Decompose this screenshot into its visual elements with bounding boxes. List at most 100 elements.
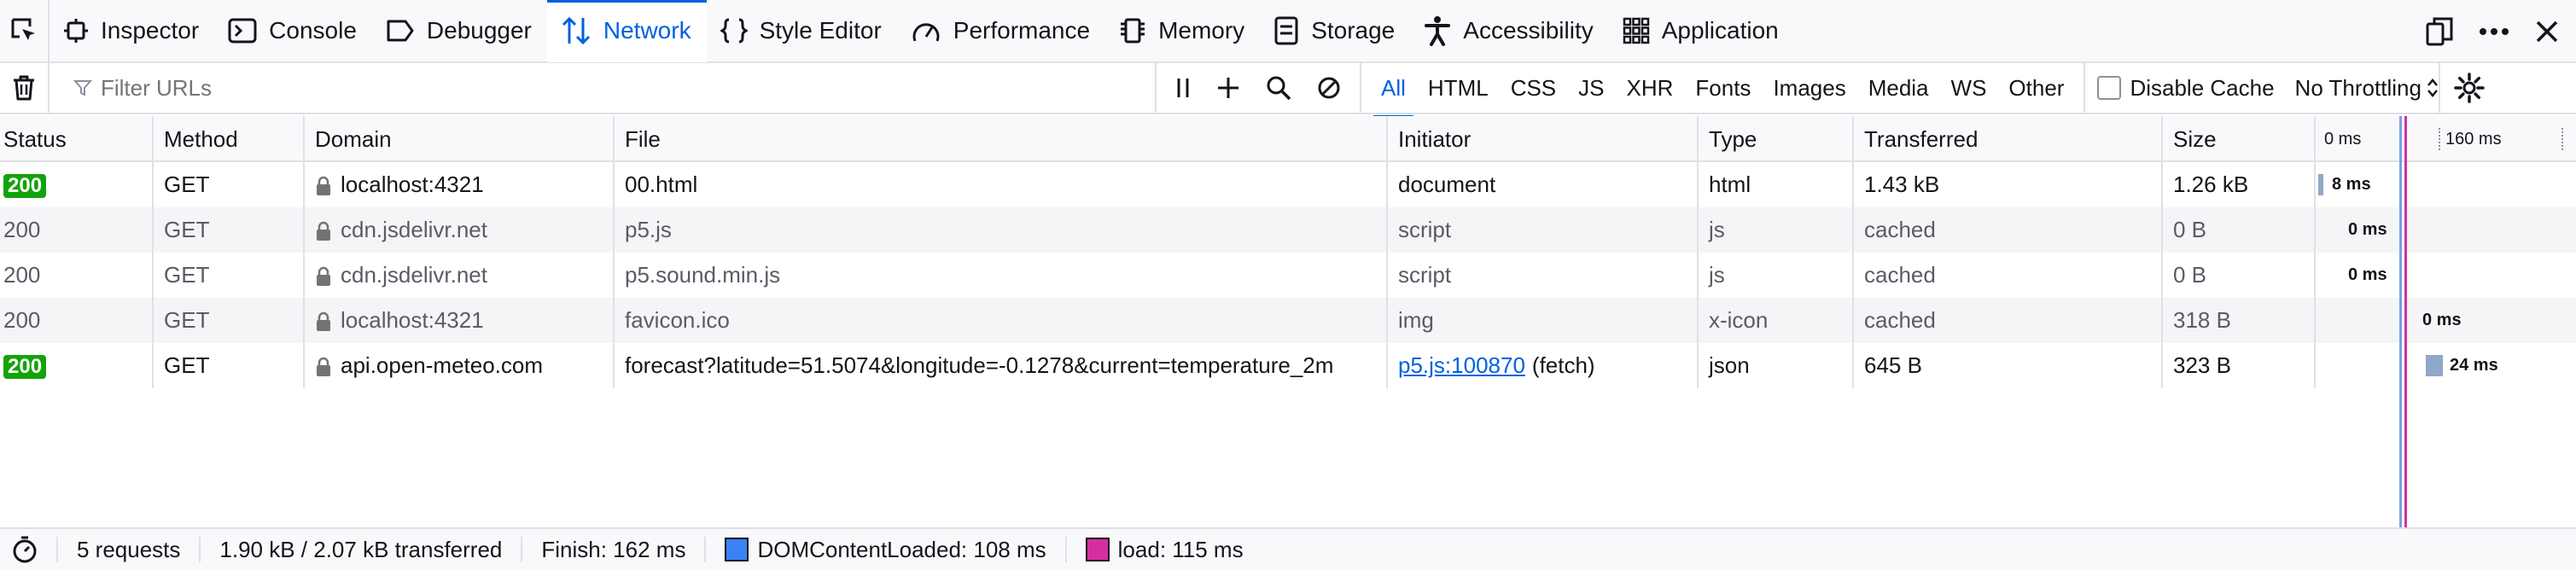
debugger-icon — [387, 20, 414, 42]
tab-style-editor[interactable]: Style Editor — [707, 0, 897, 62]
cell-status: 200 — [0, 298, 154, 343]
cell-type: json — [1699, 343, 1854, 388]
cell-domain: api.open-meteo.com — [305, 343, 615, 388]
status-badge: 200 — [3, 174, 47, 198]
cell-transferred: cached — [1854, 298, 2163, 343]
cell-size: 0 B — [2163, 253, 2316, 298]
filter-type-all[interactable]: All — [1370, 70, 1417, 119]
cell-initiator: p5.js:100870 (fetch) — [1388, 343, 1699, 388]
network-filter-bar: All HTML CSS JS XHR Fonts Images Media W… — [0, 62, 2576, 119]
cell-transferred: 1.43 kB — [1854, 162, 2163, 207]
close-icon[interactable] — [2535, 20, 2559, 44]
status-badge: 200 — [3, 217, 41, 242]
tab-accessibility[interactable]: Accessibility — [1410, 0, 1608, 62]
filter-type-js[interactable]: JS — [1567, 70, 1615, 107]
filter-type-other[interactable]: Other — [1997, 70, 2075, 107]
tab-storage[interactable]: Storage — [1260, 0, 1410, 62]
tab-inspector[interactable]: Inspector — [50, 0, 214, 62]
dock-layout-icon[interactable] — [2426, 17, 2453, 46]
checkbox-box[interactable] — [2097, 76, 2122, 100]
cell-status: 200 — [0, 253, 154, 298]
cell-transferred: cached — [1854, 253, 2163, 298]
search-icon[interactable] — [1266, 75, 1291, 101]
pause-icon[interactable] — [1175, 77, 1191, 99]
requests-table-body: 200 GET localhost:4321 00.html document html 1… — [0, 162, 2576, 388]
load-text: load: 115 ms — [1117, 536, 1244, 562]
network-settings-button[interactable] — [2438, 62, 2497, 113]
filter-type-media[interactable]: Media — [1857, 70, 1940, 107]
column-header-waterfall[interactable]: 0 ms 160 ms — [2316, 116, 2576, 160]
tab-label: Console — [269, 17, 357, 44]
waterfall-tick — [2439, 128, 2440, 150]
tab-network[interactable]: Network — [546, 0, 707, 62]
table-row[interactable]: 200 GET localhost:4321 00.html document html 1… — [0, 162, 2576, 207]
initiator-text: document — [1398, 172, 1496, 197]
cell-domain: cdn.jsdelivr.net — [305, 253, 615, 298]
filter-urls-input[interactable] — [101, 74, 1125, 102]
domain-text: cdn.jsdelivr.net — [341, 217, 487, 242]
cell-status: 200 — [0, 343, 154, 388]
trash-icon — [14, 75, 34, 101]
transferred-summary: 1.90 kB / 2.07 kB transferred — [201, 537, 523, 562]
initiator-suffix: (fetch) — [1531, 352, 1595, 378]
initiator-text: img — [1398, 307, 1434, 333]
cell-initiator: script — [1388, 207, 1699, 253]
tab-console[interactable]: Console — [214, 0, 372, 62]
application-grid-icon — [1623, 17, 1649, 44]
domain-text: localhost:4321 — [341, 307, 484, 333]
cell-status: 200 — [0, 207, 154, 253]
throttling-select[interactable]: No Throttling — [2295, 75, 2439, 102]
tab-label: Storage — [1311, 17, 1396, 44]
tab-application[interactable]: Application — [1609, 0, 1794, 62]
devtools-toolbar: Inspector Console Debugger Network Style… — [0, 0, 2576, 63]
waterfall-timing-label: 24 ms — [2450, 356, 2498, 375]
cell-type: js — [1699, 253, 1854, 298]
table-row[interactable]: 200 GET cdn.jsdelivr.net p5.sound.min.js scr… — [0, 253, 2576, 298]
tab-performance[interactable]: Performance — [897, 0, 1105, 62]
cell-type: js — [1699, 207, 1854, 253]
filter-bar-actions — [1155, 62, 1361, 113]
status-badge: 200 — [3, 355, 47, 379]
lock-icon — [317, 221, 330, 241]
block-icon[interactable] — [1317, 76, 1341, 100]
performance-analysis-button[interactable] — [0, 536, 58, 563]
cell-file: favicon.ico — [615, 298, 1388, 343]
column-header-initiator[interactable]: Initiator — [1388, 116, 1699, 162]
tab-memory[interactable]: Memory — [1105, 0, 1260, 62]
table-row[interactable]: 200 GET cdn.jsdelivr.net p5.js script js cache… — [0, 207, 2576, 253]
column-header-domain[interactable]: Domain — [305, 116, 615, 162]
waterfall-timing-label: 0 ms — [2422, 311, 2462, 329]
clear-button[interactable] — [0, 62, 50, 113]
filter-type-html[interactable]: HTML — [1417, 70, 1500, 107]
cell-method: GET — [154, 162, 305, 207]
column-header-file[interactable]: File — [615, 116, 1388, 162]
column-header-transferred[interactable]: Transferred — [1854, 116, 2163, 162]
column-header-status[interactable]: Status — [0, 116, 154, 162]
waterfall-bar — [2318, 174, 2323, 195]
dom-content-loaded-summary: DOMContentLoaded: 108 ms — [706, 537, 1067, 562]
filter-type-fonts[interactable]: Fonts — [1684, 70, 1762, 107]
column-header-method[interactable]: Method — [154, 116, 305, 162]
filter-type-ws[interactable]: WS — [1940, 70, 1998, 107]
tab-debugger[interactable]: Debugger — [372, 0, 547, 62]
table-row[interactable]: 200 GET localhost:4321 favicon.ico img x-icon… — [0, 298, 2576, 343]
stopwatch-icon — [13, 536, 37, 563]
lock-icon — [317, 266, 330, 287]
cell-size: 318 B — [2163, 298, 2316, 343]
cell-initiator: document — [1388, 162, 1699, 207]
disable-cache-checkbox[interactable]: Disable Cache — [2097, 75, 2275, 102]
add-request-icon[interactable] — [1216, 76, 1240, 100]
column-header-size[interactable]: Size — [2163, 116, 2316, 162]
filter-urls-field[interactable] — [50, 62, 1155, 113]
table-row[interactable]: 200 GET api.open-meteo.com forecast?latitud… — [0, 343, 2576, 388]
cell-transferred: cached — [1854, 207, 2163, 253]
filter-type-css[interactable]: CSS — [1500, 70, 1567, 107]
filter-type-xhr[interactable]: XHR — [1616, 70, 1685, 107]
column-header-type[interactable]: Type — [1699, 116, 1854, 162]
initiator-link[interactable]: p5.js:100870 — [1398, 352, 1525, 378]
filter-type-images[interactable]: Images — [1762, 70, 1856, 107]
more-options-icon[interactable] — [2479, 27, 2509, 36]
element-picker-button[interactable] — [0, 0, 50, 62]
waterfall-bar — [2426, 355, 2443, 376]
cell-file: forecast?latitude=51.5074&longitude=-0.1… — [615, 343, 1388, 388]
